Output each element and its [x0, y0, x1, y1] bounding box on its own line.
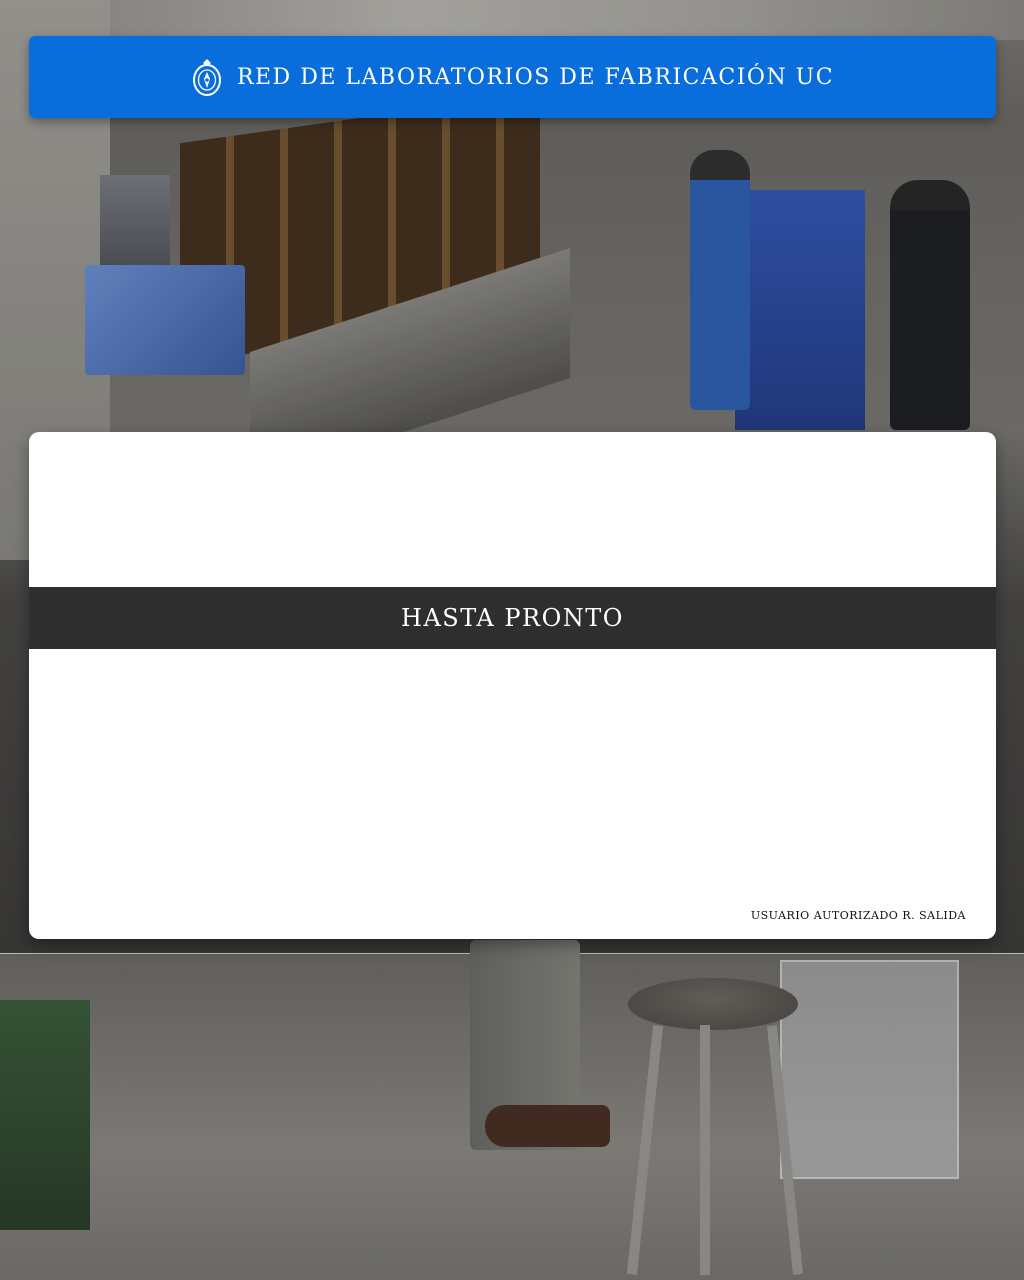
status-text: USUARIO AUTORIZADO R. SALIDA: [750, 909, 966, 922]
header-bar: RED DE LABORATORIOS DE FABRICACIÓN UC: [29, 36, 996, 118]
message-card: HASTA PRONTO USUARIO AUTORIZADO R. SALID…: [29, 432, 996, 939]
banner-text: HASTA PRONTO: [401, 604, 624, 632]
header-title: RED DE LABORATORIOS DE FABRICACIÓN UC: [236, 64, 835, 90]
university-seal-icon: [191, 57, 223, 97]
message-banner: HASTA PRONTO: [29, 587, 996, 649]
